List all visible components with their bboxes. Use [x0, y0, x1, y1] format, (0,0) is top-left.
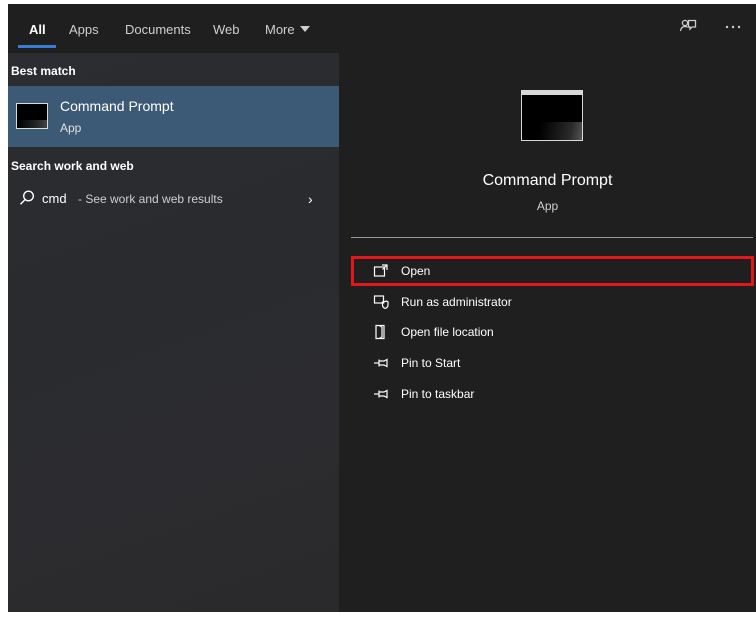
- active-tab-indicator: [18, 45, 56, 48]
- search-hint: - See work and web results: [78, 192, 223, 206]
- action-pin-to-taskbar[interactable]: Pin to taskbar: [351, 379, 754, 409]
- section-search-web: Search work and web: [11, 159, 134, 173]
- preview-title: Command Prompt: [482, 172, 613, 189]
- more-options-icon[interactable]: [722, 16, 744, 38]
- tab-apps[interactable]: Apps: [69, 22, 99, 37]
- search-window: All Apps Documents Web More Best match C…: [8, 4, 756, 612]
- tab-documents[interactable]: Documents: [125, 22, 191, 37]
- search-icon: [19, 190, 35, 205]
- action-pin-to-start-label: Pin to Start: [401, 356, 461, 370]
- web-search-result[interactable]: cmd - See work and web results ›: [8, 186, 339, 212]
- open-icon: [373, 264, 388, 277]
- tab-web[interactable]: Web: [213, 22, 240, 37]
- command-prompt-large-icon: [521, 90, 583, 141]
- action-open-label: Open: [401, 264, 431, 278]
- action-run-as-administrator-label: Run as administrator: [401, 295, 512, 309]
- feedback-icon[interactable]: [677, 16, 699, 38]
- file-location-icon: [375, 324, 385, 340]
- shield-icon: [373, 295, 389, 310]
- tab-more-label: More: [265, 22, 295, 37]
- action-open[interactable]: Open: [351, 256, 754, 286]
- pin-icon: [374, 358, 388, 368]
- divider: [351, 237, 753, 238]
- pin-icon: [374, 389, 388, 399]
- action-open-file-location-label: Open file location: [401, 325, 494, 339]
- chevron-right-icon: ›: [308, 191, 313, 207]
- search-query: cmd: [42, 191, 67, 206]
- action-open-file-location[interactable]: Open file location: [351, 317, 754, 347]
- filter-tab-bar: All Apps Documents Web More: [8, 4, 756, 53]
- best-match-title: Command Prompt: [60, 98, 174, 114]
- best-match-result[interactable]: Command Prompt App: [8, 86, 339, 147]
- tab-all[interactable]: All: [29, 22, 46, 37]
- caret-down-icon: [299, 26, 310, 32]
- best-match-subtitle: App: [60, 121, 82, 135]
- results-list: Best match Command Prompt App Search wor…: [8, 53, 339, 612]
- action-run-as-administrator[interactable]: Run as administrator: [351, 287, 754, 317]
- command-prompt-icon: [16, 103, 48, 129]
- section-best-match: Best match: [11, 64, 76, 78]
- preview-pane: Command Prompt App Open Run as administr…: [339, 53, 756, 612]
- action-pin-to-start[interactable]: Pin to Start: [351, 348, 754, 378]
- action-pin-to-taskbar-label: Pin to taskbar: [401, 387, 475, 401]
- tab-more[interactable]: More: [265, 22, 310, 37]
- preview-subtitle: App: [536, 199, 559, 213]
